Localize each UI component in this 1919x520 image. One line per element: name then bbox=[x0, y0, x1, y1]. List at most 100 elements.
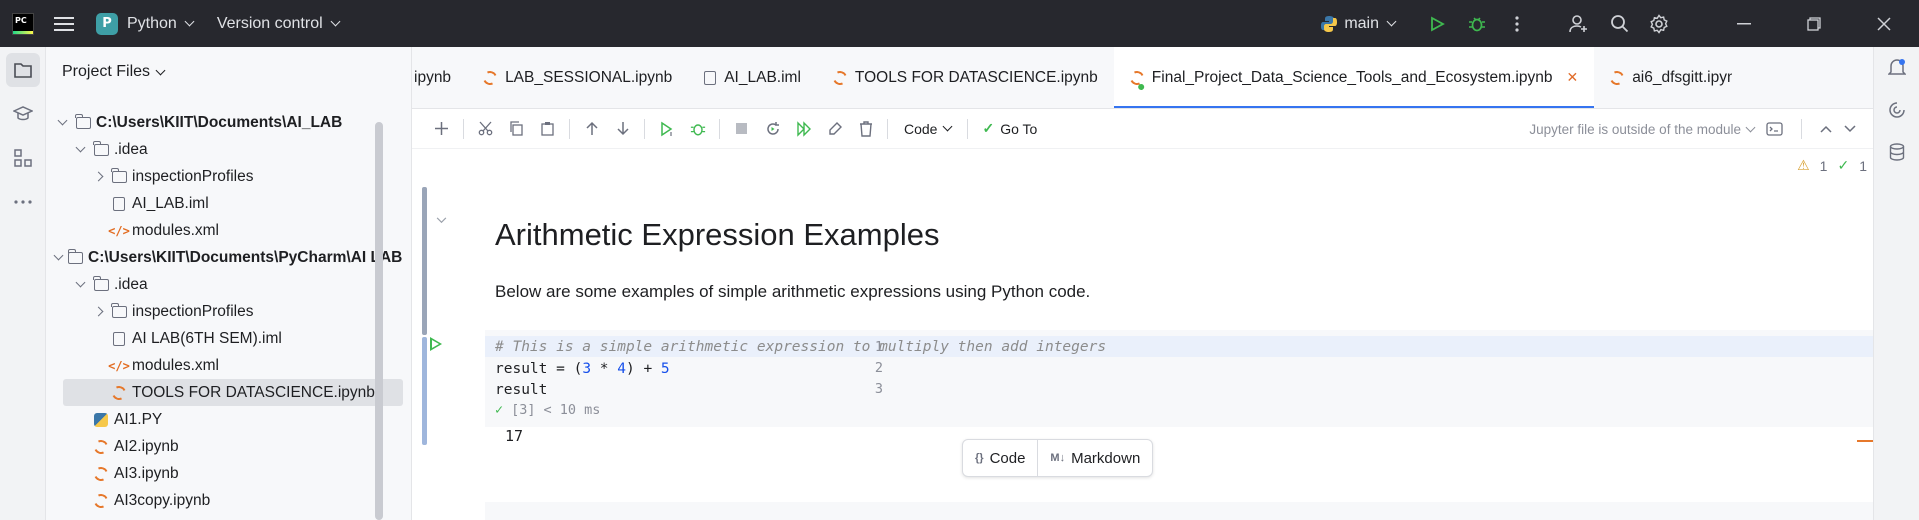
stop-icon[interactable] bbox=[726, 114, 757, 144]
folder-icon bbox=[111, 167, 127, 185]
cut-icon[interactable] bbox=[470, 114, 501, 144]
tree-item[interactable]: AI4_missed.ipynb bbox=[47, 514, 402, 520]
move-up-icon[interactable] bbox=[576, 114, 607, 144]
debug-cell-icon[interactable] bbox=[682, 114, 713, 144]
tree-item[interactable]: .idea bbox=[47, 136, 402, 163]
move-down-icon[interactable] bbox=[607, 114, 638, 144]
chevron-right-icon[interactable] bbox=[91, 171, 105, 182]
output-bar[interactable] bbox=[422, 425, 427, 445]
editor-tab[interactable]: Final_Project_Data_Science_Tools_and_Eco… bbox=[1113, 47, 1595, 108]
xml-file-icon: </> bbox=[108, 358, 130, 373]
run-cell-icon[interactable] bbox=[651, 114, 682, 144]
run-config-selector[interactable]: main bbox=[1320, 15, 1397, 33]
editor-tab[interactable]: AI_LAB.iml bbox=[688, 47, 817, 108]
code-cell[interactable]: # This is a simple arithmetic expression… bbox=[485, 330, 1885, 427]
project-selector[interactable]: Python bbox=[127, 15, 195, 33]
add-user-icon[interactable] bbox=[1559, 0, 1599, 47]
execution-info: ✓ [3] < 10 ms bbox=[495, 402, 600, 418]
restore-icon[interactable] bbox=[1779, 0, 1849, 47]
code-line-2[interactable]: result = (3 * 4) + 5 bbox=[495, 358, 1885, 379]
chevron-down-icon[interactable] bbox=[1844, 125, 1856, 133]
vcs-selector[interactable]: Version control bbox=[217, 15, 341, 33]
tree-item-label: modules.xml bbox=[132, 221, 219, 239]
main-menu-icon[interactable] bbox=[54, 16, 74, 31]
tree-item[interactable]: C:\Users\KIIT\Documents\PyCharm\AI LAB bbox=[47, 244, 402, 271]
editor-tab[interactable]: TOOLS FOR DATASCIENCE.ipynb bbox=[817, 47, 1114, 108]
copy-icon[interactable] bbox=[501, 114, 532, 144]
search-icon[interactable] bbox=[1599, 0, 1639, 47]
chevron-down-icon[interactable] bbox=[55, 115, 69, 126]
panel-scrollbar[interactable] bbox=[375, 122, 383, 520]
cell-type-select[interactable]: Code bbox=[894, 121, 961, 137]
tree-item[interactable]: </> modules.xml bbox=[47, 352, 402, 379]
separator bbox=[1801, 119, 1802, 139]
paste-icon[interactable] bbox=[532, 114, 563, 144]
editor-tab[interactable]: LAB_SESSIONAL.ipynb bbox=[467, 47, 688, 108]
module-notice[interactable]: Jupyter file is outside of the module bbox=[1529, 122, 1741, 137]
next-cell[interactable] bbox=[485, 502, 1885, 520]
close-tab-icon[interactable]: ✕ bbox=[1566, 69, 1578, 86]
tree-item[interactable]: inspectionProfiles bbox=[47, 163, 402, 190]
notifications-icon[interactable] bbox=[1874, 47, 1919, 89]
more-horizontal-icon[interactable] bbox=[6, 185, 40, 219]
minimize-icon[interactable] bbox=[1709, 0, 1779, 47]
chevron-right-icon[interactable] bbox=[91, 306, 105, 317]
project-tool-icon[interactable] bbox=[6, 53, 40, 87]
pycharm-logo-icon[interactable]: PC bbox=[12, 12, 34, 35]
structure-icon[interactable] bbox=[6, 141, 40, 175]
tab-label: ipynb bbox=[414, 68, 452, 86]
add-cell-icon[interactable] bbox=[426, 114, 457, 144]
line-number: 2 bbox=[874, 360, 883, 376]
clear-outputs-icon[interactable] bbox=[819, 114, 850, 144]
debug-icon[interactable] bbox=[1457, 0, 1497, 47]
tree-item[interactable]: AI2.ipynb bbox=[47, 433, 402, 460]
tree-item[interactable]: AI3.ipynb bbox=[47, 460, 402, 487]
code-line-1[interactable]: # This is a simple arithmetic expression… bbox=[485, 336, 1875, 357]
jupyter-file-icon bbox=[92, 464, 110, 483]
gear-icon[interactable] bbox=[1639, 0, 1679, 47]
add-code-cell-button[interactable]: {} Code bbox=[963, 440, 1037, 476]
markdown-cell-bar[interactable] bbox=[422, 187, 427, 335]
delete-cell-icon[interactable] bbox=[850, 114, 881, 144]
chevron-up-icon[interactable] bbox=[1820, 125, 1832, 133]
run-cell-icon[interactable] bbox=[430, 337, 442, 351]
code-line-3[interactable]: result bbox=[495, 379, 1885, 400]
collapse-chevron-icon[interactable] bbox=[436, 217, 447, 224]
chevron-down-icon[interactable] bbox=[53, 250, 64, 261]
learn-icon[interactable] bbox=[6, 97, 40, 131]
project-panel-header[interactable]: Project Files bbox=[47, 47, 411, 97]
restart-kernel-icon[interactable] bbox=[757, 114, 788, 144]
code-cell-bar[interactable] bbox=[422, 337, 427, 430]
terminal-icon[interactable] bbox=[1766, 122, 1783, 136]
tree-item[interactable]: C:\Users\KIIT\Documents\AI_LAB bbox=[47, 109, 402, 136]
warning-icon: ⚠ bbox=[1797, 157, 1810, 173]
tree-item[interactable]: .idea bbox=[47, 271, 402, 298]
tree-item[interactable]: AI1.PY bbox=[47, 406, 402, 433]
cell-type-label: Code bbox=[904, 120, 938, 137]
tree-item[interactable]: inspectionProfiles bbox=[47, 298, 402, 325]
tree-item[interactable]: AI_LAB.iml bbox=[47, 190, 402, 217]
run-icon[interactable] bbox=[1417, 0, 1457, 47]
tree-item[interactable]: TOOLS FOR DATASCIENCE.ipynb bbox=[63, 379, 403, 406]
more-vertical-icon[interactable] bbox=[1497, 0, 1537, 47]
chevron-down-icon bbox=[1745, 122, 1756, 132]
file-icon bbox=[704, 70, 717, 85]
close-icon[interactable] bbox=[1849, 0, 1919, 47]
editor-tab[interactable]: ipynb bbox=[412, 47, 467, 108]
add-markdown-cell-button[interactable]: M↓ Markdown bbox=[1037, 440, 1152, 476]
left-tool-strip bbox=[0, 47, 46, 520]
editor-tab[interactable]: ai6_dfsgitt.ipyn bbox=[1594, 47, 1732, 108]
chevron-down-icon bbox=[943, 121, 953, 132]
run-all-icon[interactable] bbox=[788, 114, 819, 144]
tree-item-label: AI LAB(6TH SEM).iml bbox=[132, 329, 282, 347]
database-icon[interactable] bbox=[1874, 131, 1919, 173]
tree-item[interactable]: AI LAB(6TH SEM).iml bbox=[47, 325, 402, 352]
ai-assistant-icon[interactable] bbox=[1874, 89, 1919, 131]
chevron-down-icon[interactable] bbox=[73, 142, 87, 153]
project-badge[interactable]: P bbox=[96, 12, 118, 35]
goto-button[interactable]: ✓ Go To bbox=[974, 120, 1045, 137]
tree-item[interactable]: AI3copy.ipynb bbox=[47, 487, 402, 514]
tree-item-label: AI2.ipynb bbox=[114, 437, 179, 455]
chevron-down-icon[interactable] bbox=[73, 277, 87, 288]
tree-item[interactable]: </> modules.xml bbox=[47, 217, 402, 244]
